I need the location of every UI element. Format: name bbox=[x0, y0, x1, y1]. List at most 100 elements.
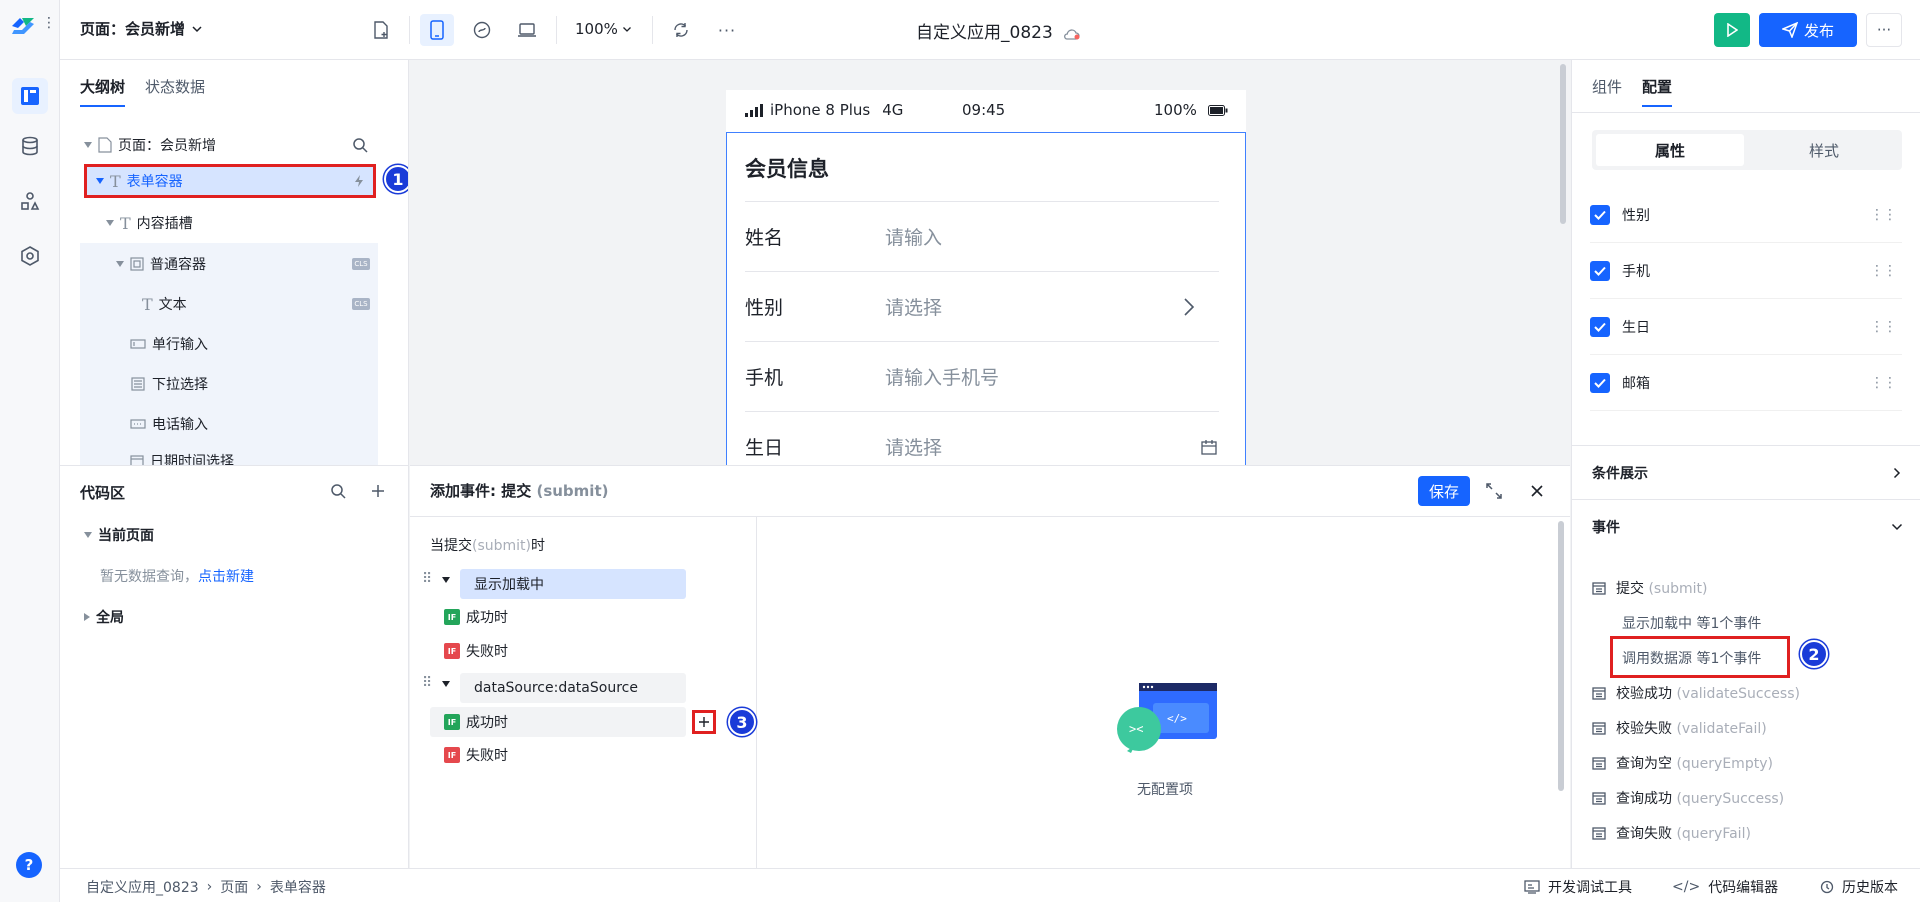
run-button[interactable] bbox=[1714, 13, 1750, 47]
search-icon[interactable] bbox=[352, 137, 368, 153]
caret-down-icon[interactable] bbox=[442, 577, 450, 583]
drag-handle-icon[interactable]: ⋮⋮ bbox=[1870, 207, 1897, 223]
form-title: 会员信息 bbox=[745, 157, 829, 181]
tree-node-content-slot[interactable]: T 内容插槽 bbox=[106, 206, 193, 240]
drag-handle-icon[interactable]: ⋮⋮ bbox=[1870, 375, 1897, 391]
app-title: 自定义应用_0823 bbox=[916, 18, 1081, 43]
step-success-branch[interactable]: IF 成功时 bbox=[444, 607, 508, 627]
app-logo-icon[interactable] bbox=[10, 14, 36, 38]
add-page-icon[interactable] bbox=[364, 14, 398, 46]
event-query-fail[interactable]: 查询失败 (queryFail) bbox=[1592, 823, 1751, 843]
expand-icon[interactable] bbox=[1486, 483, 1502, 499]
event-submit[interactable]: 提交 (submit) bbox=[1592, 578, 1707, 598]
history-version-button[interactable]: 历史版本 bbox=[1820, 877, 1898, 897]
current-page-node[interactable]: 当前页面 bbox=[84, 518, 154, 552]
more-vertical-icon[interactable]: ⋮ bbox=[42, 16, 56, 30]
database-icon[interactable] bbox=[12, 128, 48, 164]
miniapp-view-icon[interactable] bbox=[465, 14, 499, 46]
breadcrumb-item[interactable]: 表单容器 bbox=[270, 877, 326, 897]
global-node[interactable]: 全局 bbox=[84, 600, 124, 634]
event-validate-success[interactable]: 校验成功 (validateSuccess) bbox=[1592, 683, 1800, 703]
checkbox-checked-icon[interactable] bbox=[1590, 204, 1610, 225]
tree-node-page[interactable]: 页面：会员新增 bbox=[84, 128, 384, 162]
empty-query-text: 暂无数据查询， bbox=[100, 569, 198, 585]
if-fail-icon: IF bbox=[444, 747, 460, 763]
more-horizontal-icon[interactable]: ··· bbox=[710, 14, 744, 46]
tree-node-dropdown[interactable]: 下拉选择 bbox=[130, 367, 208, 401]
tab-components[interactable]: 组件 bbox=[1592, 76, 1622, 107]
caret-down-icon[interactable] bbox=[442, 681, 450, 687]
send-icon bbox=[1781, 22, 1798, 38]
breadcrumb-item[interactable]: 页面 bbox=[220, 877, 248, 897]
drag-handle-icon[interactable]: ⠿ bbox=[422, 571, 432, 587]
field-row-gender[interactable]: 性别 ⋮⋮ bbox=[1590, 187, 1902, 243]
cloud-status-icon[interactable] bbox=[1063, 25, 1081, 40]
event-query-success[interactable]: 查询成功 (querySuccess) bbox=[1592, 788, 1784, 808]
segment-properties[interactable]: 属性 bbox=[1596, 134, 1744, 166]
event-sub-datasource[interactable]: 调用数据源 等1个事件 bbox=[1622, 648, 1761, 668]
outline-nav-icon[interactable] bbox=[12, 78, 48, 114]
tab-state-data[interactable]: 状态数据 bbox=[145, 76, 205, 107]
mobile-view-icon[interactable] bbox=[420, 14, 454, 46]
form-row-phone[interactable]: 手机 请输入手机号 bbox=[745, 341, 1219, 411]
form-row-birthday[interactable]: 生日 请选择 bbox=[745, 411, 1219, 465]
devtools-button[interactable]: 开发调试工具 bbox=[1524, 877, 1632, 897]
field-row-birthday[interactable]: 生日 ⋮⋮ bbox=[1590, 299, 1902, 355]
refresh-icon[interactable] bbox=[664, 14, 698, 46]
search-icon[interactable] bbox=[330, 483, 346, 499]
breadcrumb-item[interactable]: 自定义应用_0823 bbox=[86, 877, 199, 897]
add-action-button[interactable] bbox=[692, 710, 716, 734]
lightning-icon[interactable] bbox=[352, 174, 366, 188]
drag-handle-icon[interactable]: ⠿ bbox=[422, 675, 432, 691]
drag-handle-icon[interactable]: ⋮⋮ bbox=[1870, 319, 1897, 335]
checkbox-checked-icon[interactable] bbox=[1590, 316, 1610, 337]
code-editor-button[interactable]: </> 代码编辑器 bbox=[1672, 877, 1778, 897]
config-scrollbar[interactable] bbox=[1558, 521, 1564, 791]
tree-node-container[interactable]: 普通容器 bbox=[116, 247, 370, 281]
field-row-phone[interactable]: 手机 ⋮⋮ bbox=[1590, 243, 1902, 299]
tree-node-phone-input[interactable]: 电话输入 bbox=[130, 407, 208, 441]
add-icon[interactable] bbox=[370, 483, 386, 499]
checkbox-checked-icon[interactable] bbox=[1590, 372, 1610, 393]
event-query-empty[interactable]: 查询为空 (queryEmpty) bbox=[1592, 753, 1773, 773]
page-selector-label: 页面：会员新增 bbox=[80, 20, 186, 38]
create-query-link[interactable]: 点击新建 bbox=[198, 569, 254, 585]
zoom-selector[interactable]: 100% bbox=[575, 20, 632, 38]
page-selector[interactable]: 页面：会员新增 bbox=[80, 18, 203, 39]
tree-node-form-container[interactable]: T 表单容器 bbox=[96, 164, 376, 198]
tab-outline-tree[interactable]: 大纲树 bbox=[80, 76, 126, 107]
condition-display-section[interactable]: 条件展示 bbox=[1572, 445, 1920, 499]
form-container[interactable]: 会员信息 姓名 请输入 性别 请选择 手机 请输入手机号 生日 请选择 bbox=[726, 132, 1246, 465]
settings-hex-icon[interactable] bbox=[12, 238, 48, 274]
callout-1: 1 bbox=[384, 165, 408, 193]
segment-style[interactable]: 样式 bbox=[1750, 134, 1898, 166]
close-icon[interactable] bbox=[1530, 484, 1544, 498]
step-datasource[interactable]: dataSource:dataSource bbox=[460, 673, 686, 703]
events-section[interactable]: 事件 bbox=[1572, 499, 1920, 553]
branch-label: 成功时 bbox=[466, 715, 508, 731]
event-en: (validateSuccess) bbox=[1676, 686, 1800, 702]
drag-handle-icon[interactable]: ⋮⋮ bbox=[1870, 263, 1897, 279]
tree-node-single-input[interactable]: 单行输入 bbox=[130, 327, 208, 361]
more-menu-button[interactable]: ··· bbox=[1866, 13, 1902, 47]
field-row-email[interactable]: 邮箱 ⋮⋮ bbox=[1590, 355, 1902, 411]
tree-node-text[interactable]: T 文本 bbox=[142, 287, 187, 321]
help-icon[interactable]: ? bbox=[16, 852, 42, 878]
event-validate-fail[interactable]: 校验失败 (validateFail) bbox=[1592, 718, 1767, 738]
step-show-loading[interactable]: 显示加载中 bbox=[460, 569, 686, 599]
save-button[interactable]: 保存 bbox=[1418, 476, 1470, 506]
canvas-scrollbar[interactable] bbox=[1560, 64, 1566, 224]
step-fail-branch[interactable]: IF 失败时 bbox=[444, 641, 508, 661]
tree-node-datetime[interactable]: 日期时间选择 bbox=[130, 444, 234, 465]
tab-config[interactable]: 配置 bbox=[1642, 76, 1673, 107]
checkbox-checked-icon[interactable] bbox=[1590, 260, 1610, 281]
publish-button[interactable]: 发布 bbox=[1759, 13, 1857, 47]
step-success-branch-active[interactable]: IF 成功时 bbox=[430, 707, 686, 737]
form-row-name[interactable]: 姓名 请输入 bbox=[745, 201, 1219, 271]
step-fail-branch[interactable]: IF 失败时 bbox=[444, 745, 508, 765]
event-sub-loading[interactable]: 显示加载中 等1个事件 bbox=[1622, 613, 1761, 633]
form-row-gender[interactable]: 性别 请选择 bbox=[745, 271, 1219, 341]
components-icon[interactable] bbox=[12, 183, 48, 219]
event-en: (submit) bbox=[1648, 581, 1708, 597]
desktop-view-icon[interactable] bbox=[510, 14, 544, 46]
